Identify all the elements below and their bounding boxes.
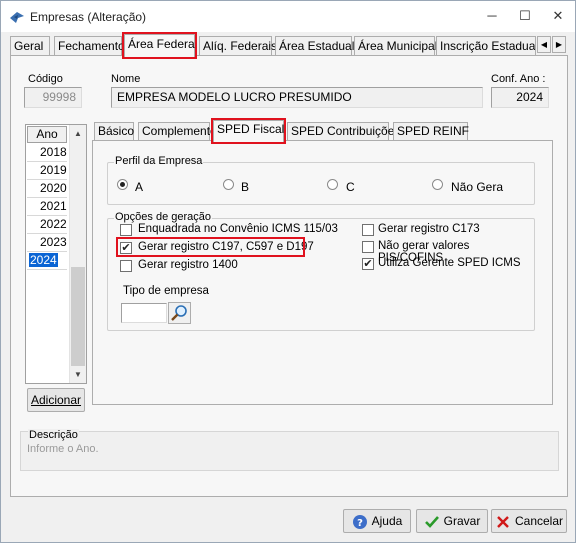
tab-sped-fiscal[interactable]: SPED Fiscal [211,118,286,144]
year-row[interactable]: 2022 [27,216,67,234]
year-list[interactable]: Ano 2018 2019 2020 2021 2022 2023 2024 ▲… [25,124,87,384]
maximize-icon[interactable]: ☐ [516,7,534,25]
year-row[interactable]: 2018 [27,144,67,162]
ajuda-button[interactable]: ? Ajuda [343,509,411,533]
app-logo-icon [10,12,24,23]
chk-gerar-1400-label: Gerar registro 1400 [138,259,238,271]
checkmark-icon [424,515,439,528]
chk-nao-gerar-pis-cofins[interactable] [362,241,374,253]
cancelar-button[interactable]: Cancelar [491,509,567,533]
year-list-scrollbar[interactable]: ▲ ▼ [69,125,86,383]
chk-gerar-1400[interactable] [120,260,132,272]
perfil-group-title: Perfil da Empresa [114,155,204,167]
window-title: Empresas (Alteração) [30,10,147,24]
tab-scroll-left-icon[interactable]: ◀ [537,36,551,53]
radio-perfil-b-label: B [241,180,250,194]
help-icon: ? [352,514,367,529]
descricao-area[interactable]: Descrição Informe o Ano. [20,429,559,471]
chk-gerente-sped-icms-label: Utiliza Gerente SPED ICMS [378,257,521,269]
year-row[interactable]: 2019 [27,162,67,180]
highlight-gerar-c197 [116,237,305,257]
nome-label: Nome [111,73,141,85]
svg-text:?: ? [357,518,363,529]
radio-perfil-nao-gera[interactable] [432,179,443,190]
year-row[interactable]: 2021 [27,198,67,216]
chk-gerente-sped-icms[interactable]: ✔ [362,258,374,270]
chk-gerar-c173-label: Gerar registro C173 [378,223,480,235]
nome-field[interactable]: EMPRESA MODELO LUCRO PRESUMIDO [111,87,483,108]
perfil-group: Perfil da Empresa A B C Não Gera [107,155,535,205]
conf-ano-label: Conf. Ano : [491,73,546,85]
minimize-icon[interactable]: ─ [483,7,501,25]
title-bar: Empresas (Alteração) ─ ☐ ✕ [1,1,575,32]
tab-sped-contribuicoes[interactable]: SPED Contribuições [287,122,400,141]
tab-sped-reinf[interactable]: SPED REINF [393,122,469,141]
radio-perfil-a[interactable] [117,179,128,190]
radio-perfil-c-label: C [346,180,355,194]
year-column-header: Ano [27,126,67,143]
adicionar-button[interactable]: Adicionar [27,388,85,412]
tab-area-municipal[interactable]: Área Municipal [354,36,437,56]
scroll-thumb[interactable] [71,267,85,366]
tab-fechamento[interactable]: Fechamento [54,36,125,56]
tab-geral[interactable]: Geral [10,36,50,56]
radio-perfil-c[interactable] [327,179,338,190]
opcoes-group-title: Opções de geração [114,211,213,223]
chk-gerar-c173[interactable] [362,224,374,236]
empresas-window: Empresas (Alteração) ─ ☐ ✕ Geral Fechame… [0,0,576,543]
codigo-label: Código [28,73,63,85]
cancel-x-icon [497,515,509,528]
radio-perfil-b[interactable] [223,179,234,190]
descricao-label: Descrição [28,429,79,441]
opcoes-group: Opções de geração Enquadrada no Convênio… [107,211,535,331]
tipo-empresa-search-button[interactable] [168,302,191,324]
tipo-empresa-label: Tipo de empresa [123,285,209,297]
scroll-up-icon[interactable]: ▲ [70,125,86,142]
main-tab-strip: Geral Fechamento Área Federal Alíq. Fede… [10,32,568,59]
tab-scroll-right-icon[interactable]: ▶ [552,36,566,53]
tab-aliq-federais[interactable]: Alíq. Federais [199,36,277,56]
tab-area-estadual[interactable]: Área Estadual [275,36,354,56]
tab-complemento[interactable]: Complemento [138,122,217,141]
chk-enquadrada-label: Enquadrada no Convênio ICMS 115/03 [138,223,338,235]
search-icon [171,305,187,321]
scroll-down-icon[interactable]: ▼ [70,366,86,383]
chk-enquadrada[interactable] [120,224,132,236]
tab-area-federal[interactable]: Área Federal [122,32,197,59]
close-icon[interactable]: ✕ [549,7,567,25]
radio-perfil-nao-gera-label: Não Gera [451,180,504,194]
gravar-button[interactable]: Gravar [416,509,488,533]
year-row-selected[interactable]: 2024 [27,252,67,270]
codigo-field[interactable]: 99998 [24,87,82,108]
sped-fiscal-panel: Perfil da Empresa A B C Não Gera Opções … [92,140,553,405]
year-row[interactable]: 2023 [27,234,67,252]
tab-basico[interactable]: Básico [94,122,134,141]
conf-ano-field[interactable]: 2024 [491,87,549,108]
year-row[interactable]: 2020 [27,180,67,198]
descricao-placeholder: Informe o Ano. [27,443,99,455]
tab-inscricao-estadual[interactable]: Inscrição Estadual S [436,36,536,56]
radio-perfil-a-label: A [135,180,144,194]
tipo-empresa-input[interactable] [121,303,167,323]
